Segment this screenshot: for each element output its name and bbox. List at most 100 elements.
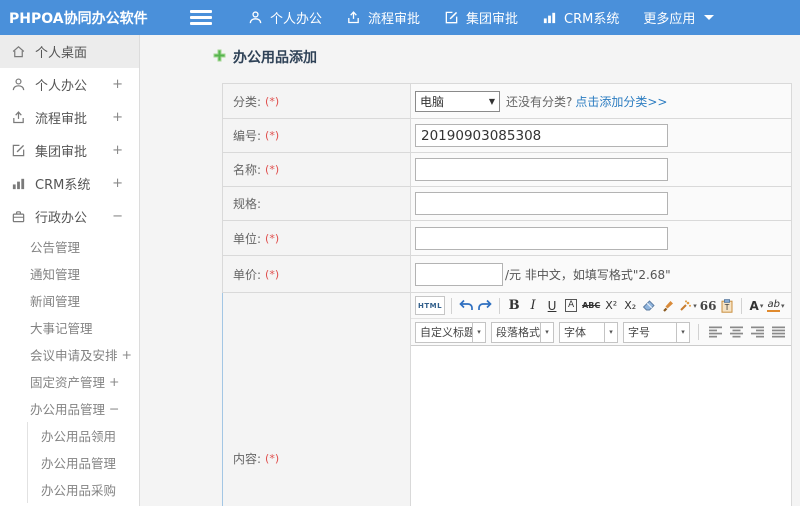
expand-plus-icon[interactable]: + (112, 110, 123, 125)
paste-icon[interactable]: T (719, 296, 735, 315)
html-source-button[interactable]: HTML (415, 296, 446, 315)
align-justify-icon[interactable] (770, 323, 786, 342)
nav-label: 流程审批 (368, 12, 421, 27)
price-input[interactable] (415, 262, 503, 286)
sidebar-item-meeting-request[interactable]: 会议申请及安排 + (0, 341, 139, 368)
align-right-icon[interactable] (749, 323, 765, 342)
required-mark: (*) (265, 129, 280, 142)
nav-workflow-approval[interactable]: 流程审批 (334, 0, 432, 35)
align-center-icon[interactable] (728, 323, 744, 342)
flow-icon (11, 110, 26, 125)
sidebar-item-personal-office[interactable]: 个人办公 + (0, 68, 139, 101)
dropdown-arrow-icon: ▼ (488, 96, 495, 106)
sidebar-item-supplies-purchase[interactable]: 办公用品采购 (28, 476, 139, 503)
sidebar-item-news-mgmt[interactable]: 新闻管理 (0, 287, 139, 314)
sidebar-label: 通知管理 (30, 267, 81, 282)
expand-plus-icon[interactable]: + (112, 143, 123, 158)
person-icon (11, 77, 26, 92)
sidebar-item-personal-desktop[interactable]: 个人桌面 (0, 35, 139, 68)
expand-plus-icon[interactable]: + (112, 176, 123, 191)
add-icon (213, 49, 226, 66)
collapse-minus-icon[interactable]: − (109, 401, 119, 416)
custom-heading-select[interactable]: 自定义标题 ▾ (415, 321, 486, 343)
strikethrough-button[interactable]: ABC (582, 296, 600, 315)
sidebar-item-admin-office[interactable]: 行政办公 − (0, 200, 139, 233)
expand-plus-icon[interactable]: + (109, 374, 119, 389)
chart-icon (11, 176, 26, 191)
topbar: PHPOA协同办公软件 个人办公 流程审批 集团审批 CRM系统 更多应用 (0, 0, 800, 35)
menu-icon[interactable] (190, 8, 212, 27)
nav-label: CRM系统 (564, 12, 620, 27)
chart-icon (542, 10, 557, 25)
sidebar-item-supplies-manage[interactable]: 办公用品管理 (28, 449, 139, 476)
align-left-icon[interactable] (707, 323, 723, 342)
nav-label: 更多应用 (643, 12, 696, 27)
form-row-spec: 规格: (222, 187, 791, 221)
sidebar-item-office-supplies-mgmt[interactable]: 办公用品管理 − (0, 395, 139, 422)
name-input[interactable] (415, 158, 668, 181)
undo-button[interactable] (458, 296, 474, 315)
sidebar-item-notice-mgmt[interactable]: 通知管理 (0, 260, 139, 287)
field-label: 编号: (*) (223, 119, 411, 152)
bold-button[interactable]: B (506, 296, 522, 315)
highlight-color-button[interactable]: ab ▾ (767, 296, 784, 315)
toolbar-separator (698, 324, 699, 340)
page-title-text: 办公用品添加 (233, 50, 317, 66)
font-color-button[interactable]: A ▾ (748, 296, 764, 315)
sidebar-item-fixed-assets-mgmt[interactable]: 固定资产管理 + (0, 368, 139, 395)
redo-button[interactable] (477, 296, 493, 315)
sidebar-item-announcement-mgmt[interactable]: 公告管理 (0, 233, 139, 260)
superscript-button[interactable]: X² (603, 296, 619, 315)
expand-plus-icon[interactable]: + (112, 77, 123, 92)
format-brush-icon[interactable] (660, 296, 676, 315)
required-mark: (*) (265, 267, 280, 281)
briefcase-icon (11, 209, 26, 224)
label-text: 单位: (233, 231, 262, 246)
subscript-button[interactable]: X₂ (622, 296, 638, 315)
nav-label: 集团审批 (466, 12, 519, 27)
app-logo: PHPOA协同办公软件 (9, 10, 148, 27)
italic-button[interactable]: I (525, 296, 541, 315)
sidebar-item-memorabilia-mgmt[interactable]: 大事记管理 (0, 314, 139, 341)
required-mark: (*) (265, 163, 280, 176)
sidebar-label: 个人桌面 (35, 46, 88, 61)
paragraph-format-select[interactable]: 段落格式 ▾ (491, 321, 554, 343)
nav-personal-office[interactable]: 个人办公 (236, 0, 334, 35)
form-row-code: 编号: (*) (222, 119, 791, 153)
font-border-button[interactable]: A (563, 296, 579, 315)
underline-button[interactable]: U (544, 296, 560, 315)
nav-crm-system[interactable]: CRM系统 (530, 0, 631, 35)
sidebar-item-workflow-approval[interactable]: 流程审批 + (0, 101, 139, 134)
sidebar-sublist: 办公用品领用 办公用品管理 办公用品采购 (27, 422, 139, 503)
code-input[interactable] (415, 124, 668, 147)
field-label: 单位: (*) (223, 221, 411, 255)
spec-input[interactable] (415, 192, 668, 215)
field-label: 名称: (*) (223, 153, 411, 186)
blockquote-button[interactable]: 66 (700, 296, 717, 315)
category-select[interactable]: 电脑 ▼ (415, 90, 500, 112)
edit-icon (444, 10, 459, 25)
nav-more-apps[interactable]: 更多应用 (631, 0, 726, 35)
eraser-icon[interactable] (641, 296, 657, 315)
font-family-select[interactable]: 字体 ▾ (559, 321, 618, 343)
sidebar-label: 个人办公 (35, 79, 88, 94)
dropdown-arrow-icon: ▾ (605, 321, 618, 343)
form-row-name: 名称: (*) (222, 153, 791, 187)
category-hint: 还没有分类? (506, 94, 573, 109)
unit-input[interactable] (415, 226, 668, 250)
dropdown-arrow-icon: ▾ (473, 321, 486, 343)
collapse-minus-icon[interactable]: − (112, 209, 123, 224)
sidebar-item-group-approval[interactable]: 集团审批 + (0, 134, 139, 167)
add-category-link[interactable]: 点击添加分类>> (575, 93, 667, 110)
form-row-content: 内容: (*) HTML B I U A ABC X² X₂ ▾ 66 T A … (222, 293, 791, 506)
top-navigation: 个人办公 流程审批 集团审批 CRM系统 更多应用 (236, 0, 726, 35)
sidebar-label: 流程审批 (35, 112, 88, 127)
paint-color-button[interactable]: ▾ (679, 296, 697, 315)
expand-plus-icon[interactable]: + (122, 347, 132, 362)
sidebar-label: 办公用品管理 (41, 456, 117, 471)
editor-body[interactable] (411, 346, 791, 506)
sidebar-item-crm-system[interactable]: CRM系统 + (0, 167, 139, 200)
nav-group-approval[interactable]: 集团审批 (432, 0, 530, 35)
font-size-select[interactable]: 字号 ▾ (623, 321, 690, 343)
sidebar-item-supplies-claim[interactable]: 办公用品领用 (28, 422, 139, 449)
